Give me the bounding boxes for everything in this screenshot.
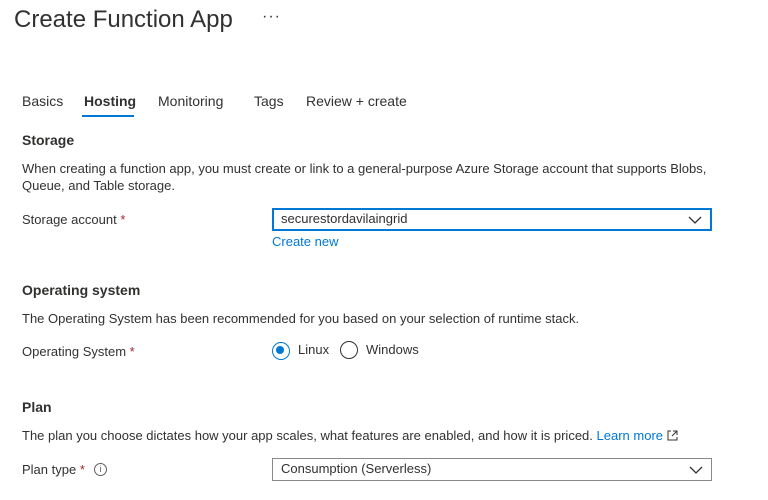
create-new-link[interactable]: Create new xyxy=(272,234,338,249)
storage-account-select[interactable]: securestordavilaingrid xyxy=(272,208,712,231)
external-link-icon[interactable] xyxy=(667,430,678,441)
plan-description: The plan you choose dictates how your ap… xyxy=(22,427,678,444)
plan-type-label: Plan type * xyxy=(22,462,85,477)
radio-windows[interactable] xyxy=(340,341,358,359)
storage-account-label: Storage account * xyxy=(22,212,126,227)
info-icon[interactable]: i xyxy=(94,463,107,476)
tab-basics[interactable]: Basics xyxy=(22,93,63,109)
active-tab-indicator xyxy=(82,115,134,117)
required-mark: * xyxy=(129,344,135,359)
plan-heading: Plan xyxy=(22,399,52,415)
tab-hosting[interactable]: Hosting xyxy=(84,93,136,109)
more-icon[interactable]: ··· xyxy=(262,8,281,26)
os-label: Operating System * xyxy=(22,344,135,359)
radio-linux[interactable] xyxy=(272,342,290,360)
os-heading: Operating system xyxy=(22,282,141,298)
storage-account-value: securestordavilaingrid xyxy=(281,211,408,226)
chevron-down-icon xyxy=(688,216,702,224)
learn-more-link[interactable]: Learn more xyxy=(597,428,663,443)
page-title: Create Function App xyxy=(14,6,233,33)
tab-tags[interactable]: Tags xyxy=(254,93,284,109)
tab-review-create[interactable]: Review + create xyxy=(306,93,407,109)
chevron-down-icon xyxy=(689,466,703,474)
os-description: The Operating System has been recommende… xyxy=(22,311,580,326)
required-mark: * xyxy=(79,462,85,477)
tab-monitoring[interactable]: Monitoring xyxy=(158,93,223,109)
plan-type-select[interactable]: Consumption (Serverless) xyxy=(272,458,712,481)
radio-linux-label[interactable]: Linux xyxy=(298,342,329,357)
required-mark: * xyxy=(120,212,126,227)
plan-type-value: Consumption (Serverless) xyxy=(281,461,432,476)
storage-description: When creating a function app, you must c… xyxy=(22,161,707,193)
storage-heading: Storage xyxy=(22,132,75,148)
radio-windows-label[interactable]: Windows xyxy=(366,342,419,357)
